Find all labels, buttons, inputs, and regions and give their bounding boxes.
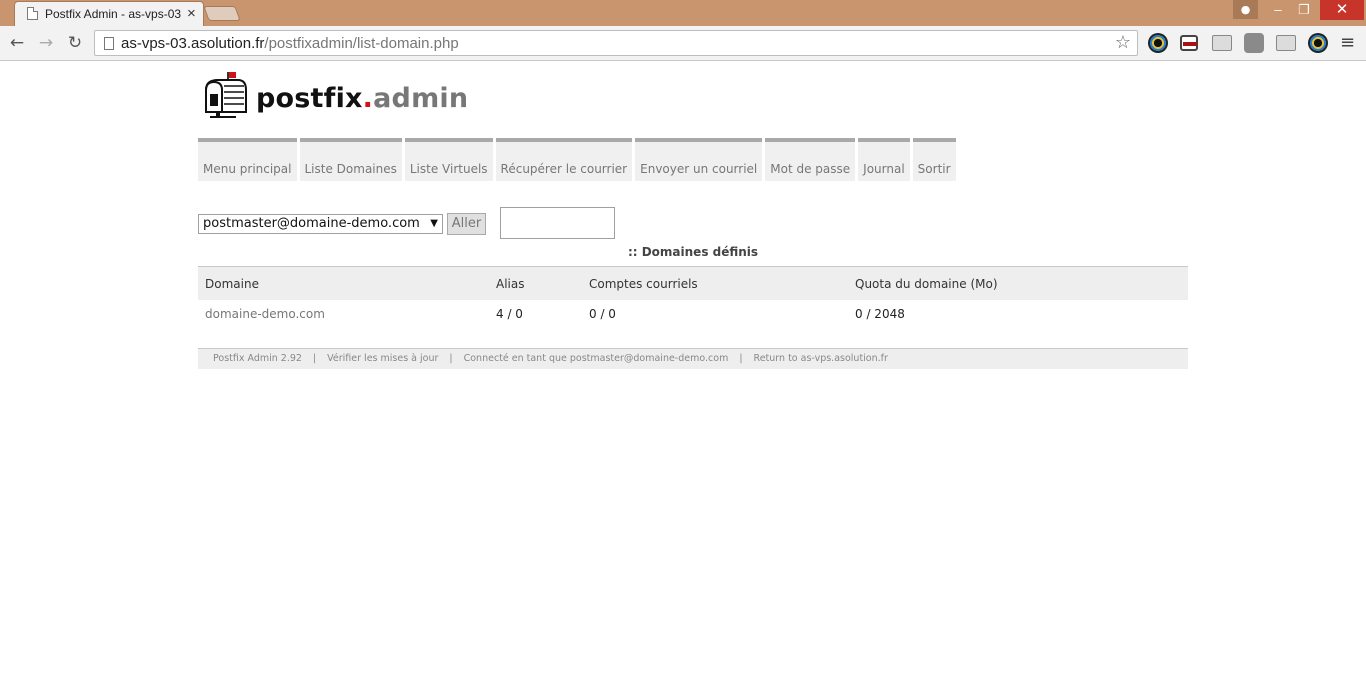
footer-version-link[interactable]: Postfix Admin 2.92 (213, 353, 302, 364)
column-header-mailboxes: Comptes courriels (589, 277, 698, 291)
footer-separator: | (312, 353, 317, 364)
menu-item-log[interactable]: Journal (858, 138, 910, 181)
minimize-button[interactable]: – (1264, 0, 1292, 20)
cell-aliases: 4 / 0 (496, 307, 523, 321)
extension-color2-icon[interactable] (1308, 33, 1328, 53)
table-header: Domaine Alias Comptes courriels Quota du… (198, 266, 1188, 300)
user-profile-icon[interactable]: ● (1233, 0, 1258, 19)
logo-dot: . (362, 83, 374, 114)
url-path: /postfixadmin/list-domain.php (264, 35, 459, 52)
column-header-aliases: Alias (496, 277, 525, 291)
menu-item-virtual-list[interactable]: Liste Virtuels (404, 138, 493, 181)
menu-item-password[interactable]: Mot de passe (765, 138, 856, 181)
browser-menu-icon[interactable]: ≡ (1340, 32, 1356, 53)
address-bar[interactable]: as-vps-03.asolution.fr/postfixadmin/list… (94, 30, 1138, 56)
logo-text: postfix.admin (256, 83, 468, 114)
extension-fox-icon[interactable] (1244, 33, 1264, 53)
go-button[interactable]: Aller (447, 213, 486, 235)
logo-admin: admin (373, 83, 469, 114)
menu-item-main[interactable]: Menu principal (198, 138, 297, 181)
footer-logged-in: Connecté en tant que postmaster@domaine-… (463, 353, 729, 364)
domain-link[interactable]: domaine-demo.com (205, 300, 325, 328)
column-header-quota: Quota du domaine (Mo) (855, 277, 998, 291)
forward-arrow-icon[interactable]: → (35, 32, 57, 54)
browser-titlebar: Postfix Admin - as-vps-03 × ● – ❐ ✕ (0, 0, 1366, 26)
page-favicon-icon (27, 7, 38, 20)
column-header-domain: Domaine (205, 277, 259, 291)
page-content: postfix.admin Menu principal Liste Domai… (0, 62, 1366, 686)
back-arrow-icon[interactable]: ← (6, 32, 28, 54)
main-menu: Menu principal Liste Domaines Liste Virt… (198, 138, 959, 182)
list-title: :: Domaines définis (627, 245, 759, 259)
menu-item-fetchmail[interactable]: Récupérer le courrier (495, 138, 633, 181)
extension-mask-icon[interactable] (1180, 35, 1198, 51)
cell-quota: 0 / 2048 (855, 307, 905, 321)
mailbox-icon (205, 72, 247, 118)
page-info-icon (104, 37, 114, 50)
cell-mailboxes: 0 / 0 (589, 307, 616, 321)
footer-separator: | (449, 353, 453, 364)
menu-item-logout[interactable]: Sortir (912, 138, 956, 181)
footer: Postfix Admin 2.92 | Vérifier les mises à … (198, 348, 1188, 369)
table-row: domaine-demo.com 4 / 0 0 / 0 0 / 2048 (198, 300, 1188, 330)
new-tab-button[interactable] (203, 6, 241, 21)
extension-card-icon[interactable] (1212, 35, 1232, 51)
footer-check-updates-link[interactable]: Vérifier les mises à jour (327, 353, 438, 364)
extension-color-icon[interactable] (1148, 33, 1168, 53)
bookmark-star-icon[interactable]: ☆ (1115, 32, 1131, 53)
logo-postfix: postfix (256, 83, 363, 114)
browser-tab[interactable]: Postfix Admin - as-vps-03 × (14, 1, 204, 26)
extension-card2-icon[interactable] (1276, 35, 1296, 51)
url-host: as-vps-03.asolution.fr (121, 35, 265, 52)
close-window-button[interactable]: ✕ (1320, 0, 1364, 20)
admin-select-value: postmaster@domaine-demo.com (203, 216, 420, 231)
domain-table: Domaine Alias Comptes courriels Quota du… (198, 266, 1188, 330)
menu-item-domain-list[interactable]: Liste Domaines (299, 138, 402, 181)
footer-separator: | (739, 353, 743, 364)
restore-button[interactable]: ❐ (1290, 0, 1318, 20)
tab-close-icon[interactable]: × (187, 5, 196, 22)
url-text: as-vps-03.asolution.fr/postfixadmin/list… (121, 35, 459, 52)
postfixadmin-logo[interactable]: postfix.admin (200, 70, 470, 120)
admin-select[interactable]: postmaster@domaine-demo.com ▼ (198, 214, 443, 234)
search-input[interactable] (500, 207, 615, 239)
browser-toolbar: ← → ↻ as-vps-03.asolution.fr/postfixadmi… (0, 26, 1366, 61)
dropdown-arrow-icon: ▼ (430, 218, 438, 229)
reload-icon[interactable]: ↻ (64, 32, 86, 54)
footer-return-link[interactable]: Return to as-vps.asolution.fr (754, 353, 888, 364)
menu-item-send-mail[interactable]: Envoyer un courriel (635, 138, 763, 181)
tab-title: Postfix Admin - as-vps-03 (45, 7, 182, 21)
